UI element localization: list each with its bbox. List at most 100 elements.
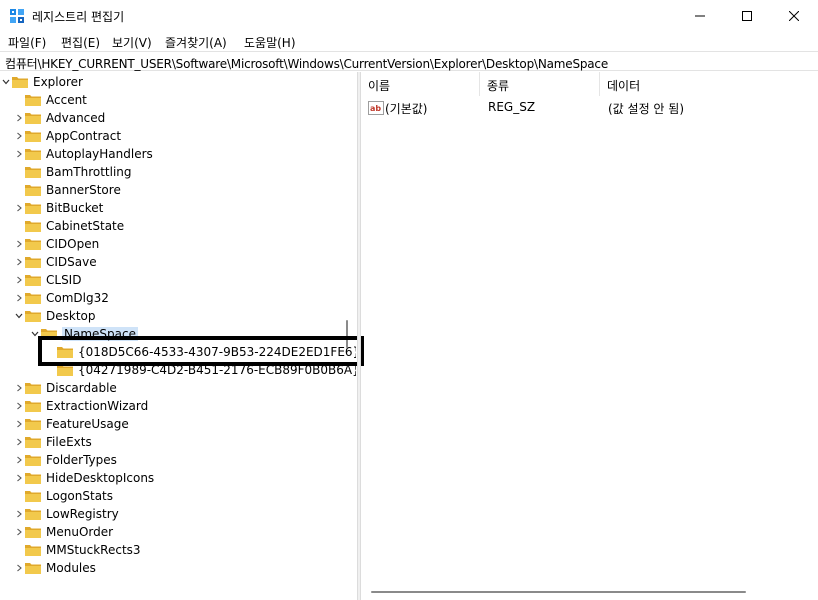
tree-item[interactable]: BamThrottling <box>13 163 132 181</box>
tree-item[interactable]: Accent <box>13 91 87 109</box>
tree-item[interactable]: Desktop <box>13 307 96 325</box>
menu-view[interactable]: 보기(V) <box>112 34 152 51</box>
column-header-type[interactable]: 종류 <box>480 72 600 96</box>
close-button[interactable] <box>771 0 817 31</box>
tree-item[interactable]: Modules <box>13 559 96 577</box>
chevron-right-icon[interactable] <box>13 379 25 397</box>
tree-item-label: Desktop <box>46 309 96 323</box>
address-bar[interactable]: 컴퓨터\HKEY_CURRENT_USER\Software\Microsoft… <box>0 51 818 71</box>
tree-item-label: HideDesktopIcons <box>46 471 155 485</box>
tree-item[interactable]: Advanced <box>13 109 105 127</box>
tree-item-label: MMStuckRects3 <box>46 543 141 557</box>
chevron-down-icon[interactable] <box>13 307 25 325</box>
tree-item[interactable]: CabinetState <box>13 217 124 235</box>
tree-item-label: BamThrottling <box>46 165 132 179</box>
chevron-right-icon[interactable] <box>13 415 25 433</box>
chevron-right-icon[interactable] <box>13 145 25 163</box>
registry-editor-app-icon <box>10 9 24 23</box>
value-row[interactable]: ab (기본값) REG_SZ (값 설정 안 됨) <box>361 98 818 118</box>
folder-icon <box>25 418 41 430</box>
folder-icon <box>25 238 41 250</box>
tree-item-label: MenuOrder <box>46 525 114 539</box>
tree-item[interactable]: LowRegistry <box>13 505 119 523</box>
tree-item-label: Accent <box>46 93 87 107</box>
chevron-right-icon[interactable] <box>13 397 25 415</box>
folder-open-icon <box>25 310 41 322</box>
tree-item-label: Modules <box>46 561 96 575</box>
chevron-right-icon[interactable] <box>13 109 25 127</box>
chevron-right-icon[interactable] <box>13 523 25 541</box>
maximize-button[interactable] <box>724 0 770 31</box>
tree-item[interactable]: ComDlg32 <box>13 289 109 307</box>
chevron-right-icon[interactable] <box>13 235 25 253</box>
chevron-right-icon[interactable] <box>13 199 25 217</box>
folder-icon <box>25 526 41 538</box>
menu-favorites[interactable]: 즐겨찾기(A) <box>165 34 227 51</box>
chevron-right-icon[interactable] <box>13 559 25 577</box>
folder-icon <box>25 202 41 214</box>
tree-item-label: LowRegistry <box>46 507 119 521</box>
folder-icon <box>25 184 41 196</box>
annotation-highlight-box <box>38 336 364 366</box>
folder-icon <box>25 94 41 106</box>
menu-help[interactable]: 도움말(H) <box>244 34 296 51</box>
chevron-right-icon[interactable] <box>13 289 25 307</box>
chevron-right-icon[interactable] <box>13 271 25 289</box>
chevron-right-icon[interactable] <box>13 433 25 451</box>
string-value-icon: ab <box>368 101 384 115</box>
folder-icon <box>25 130 41 142</box>
tree-item[interactable]: BitBucket <box>13 199 103 217</box>
chevron-right-icon[interactable] <box>13 451 25 469</box>
value-list[interactable]: 이름 종류 데이터 ab (기본값) REG_SZ (값 설정 안 됨) <box>361 72 818 600</box>
tree-item[interactable]: FeatureUsage <box>13 415 129 433</box>
column-header-name[interactable]: 이름 <box>361 72 480 96</box>
folder-open-icon <box>12 76 28 88</box>
folder-icon <box>25 148 41 160</box>
folder-icon <box>25 256 41 268</box>
tree-item[interactable]: MenuOrder <box>13 523 113 541</box>
chevron-right-icon[interactable] <box>13 253 25 271</box>
tree-item[interactable]: HideDesktopIcons <box>13 469 154 487</box>
tree-item[interactable]: LogonStats <box>13 487 113 505</box>
folder-icon <box>25 220 41 232</box>
window-title: 레지스트리 편집기 <box>32 10 125 24</box>
tree-item[interactable]: CIDSave <box>13 253 97 271</box>
tree-item-label: FileExts <box>46 435 92 449</box>
tree-item-label: ExtractionWizard <box>46 399 149 413</box>
tree-item-explorer[interactable]: Explorer <box>0 73 83 91</box>
chevron-right-icon[interactable] <box>13 469 25 487</box>
folder-icon <box>25 382 41 394</box>
menu-edit[interactable]: 편집(E) <box>61 34 100 51</box>
list-horizontal-scrollbar[interactable] <box>361 584 818 600</box>
tree-item[interactable]: MMStuckRects3 <box>13 541 141 559</box>
tree-item[interactable]: CLSID <box>13 271 81 289</box>
value-name: (기본값) <box>385 102 428 116</box>
folder-icon <box>25 166 41 178</box>
chevron-down-icon[interactable] <box>0 73 12 91</box>
tree-item-label: Explorer <box>33 75 83 89</box>
minimize-button[interactable] <box>677 0 723 31</box>
tree-item[interactable]: BannerStore <box>13 181 121 199</box>
chevron-right-icon[interactable] <box>13 505 25 523</box>
folder-icon <box>25 400 41 412</box>
tree-item[interactable]: FileExts <box>13 433 92 451</box>
tree-item[interactable]: Discardable <box>13 379 117 397</box>
chevron-right-icon[interactable] <box>13 127 25 145</box>
folder-icon <box>25 508 41 520</box>
folder-icon <box>25 544 41 556</box>
menu-file[interactable]: 파일(F) <box>8 34 46 51</box>
tree-item-label: FolderTypes <box>46 453 117 467</box>
address-path: 컴퓨터\HKEY_CURRENT_USER\Software\Microsoft… <box>5 57 609 71</box>
tree-item-label: CabinetState <box>46 219 125 233</box>
tree-item[interactable]: ExtractionWizard <box>13 397 148 415</box>
tree-item[interactable]: FolderTypes <box>13 451 117 469</box>
column-header-data[interactable]: 데이터 <box>600 72 818 96</box>
tree-item[interactable]: AppContract <box>13 127 121 145</box>
folder-icon <box>25 292 41 304</box>
folder-icon <box>25 562 41 574</box>
tree-item[interactable]: CIDOpen <box>13 235 99 253</box>
tree-item[interactable]: AutoplayHandlers <box>13 145 153 163</box>
tree-item-label: ComDlg32 <box>46 291 109 305</box>
scrollbar-thumb[interactable] <box>371 591 746 593</box>
